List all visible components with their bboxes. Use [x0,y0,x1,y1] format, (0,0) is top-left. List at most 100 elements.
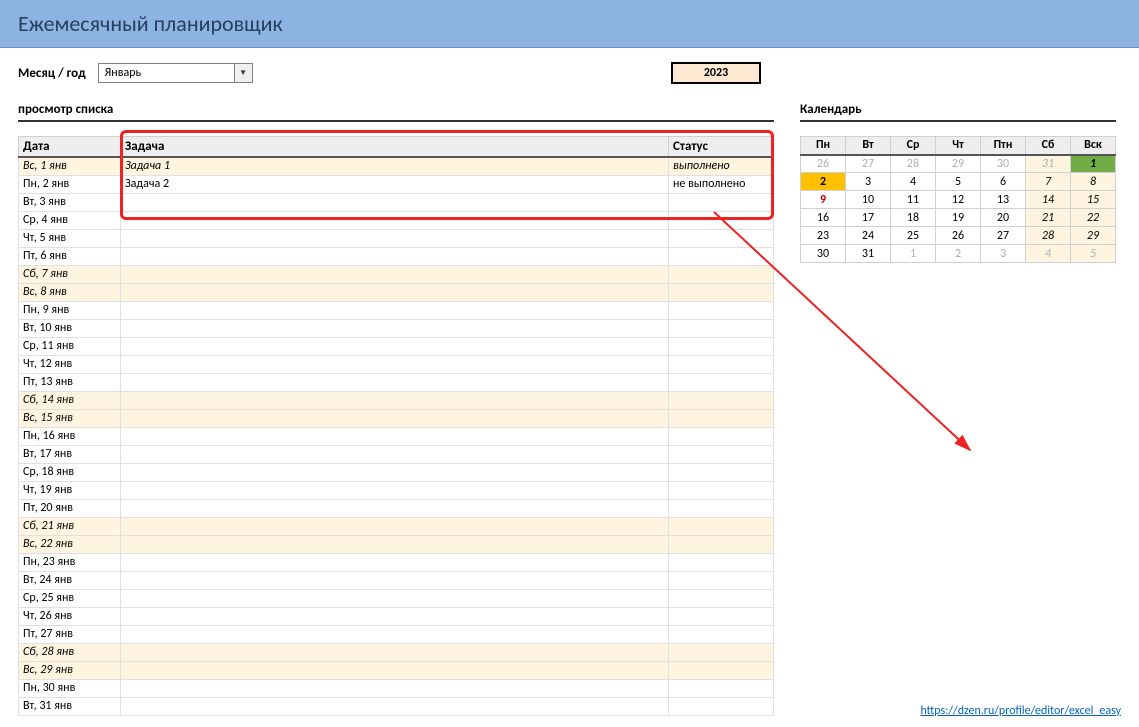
cell-task[interactable] [121,337,669,355]
table-row[interactable]: Чт, 5 янв [19,229,774,247]
cal-day[interactable]: 5 [1071,245,1116,263]
cal-day[interactable]: 20 [981,209,1026,227]
cell-task[interactable]: Задача 1 [121,157,669,175]
table-row[interactable]: Чт, 26 янв [19,607,774,625]
cell-status[interactable] [669,481,774,499]
cal-day[interactable]: 6 [981,173,1026,191]
cell-status[interactable] [669,499,774,517]
table-row[interactable]: Вт, 10 янв [19,319,774,337]
cal-day[interactable]: 16 [801,209,846,227]
cal-day[interactable]: 29 [936,155,981,173]
table-row[interactable]: Сб, 7 янв [19,265,774,283]
cell-status[interactable] [669,247,774,265]
table-row[interactable]: Сб, 28 янв [19,643,774,661]
cell-task[interactable] [121,265,669,283]
cell-status[interactable] [669,463,774,481]
table-row[interactable]: Пн, 16 янв [19,427,774,445]
cell-task[interactable] [121,463,669,481]
cell-status[interactable] [669,607,774,625]
cell-task[interactable] [121,319,669,337]
table-row[interactable]: Чт, 19 янв [19,481,774,499]
cell-status[interactable] [669,643,774,661]
table-row[interactable]: Пн, 23 янв [19,553,774,571]
cell-task[interactable] [121,373,669,391]
cal-day[interactable]: 15 [1071,191,1116,209]
table-row[interactable]: Сб, 14 янв [19,391,774,409]
table-row[interactable]: Пт, 6 янв [19,247,774,265]
cal-day[interactable]: 28 [891,155,936,173]
table-row[interactable]: Вс, 15 янв [19,409,774,427]
cell-task[interactable] [121,499,669,517]
cal-day[interactable]: 18 [891,209,936,227]
cell-task[interactable] [121,355,669,373]
footer-link[interactable]: https://dzen.ru/profile/editor/excel_eas… [920,704,1121,718]
cell-task[interactable] [121,391,669,409]
table-row[interactable]: Вс, 1 янвЗадача 1выполнено [19,157,774,175]
cal-day[interactable]: 31 [1026,155,1071,173]
table-row[interactable]: Ср, 18 янв [19,463,774,481]
cell-task[interactable] [121,283,669,301]
cell-status[interactable] [669,535,774,553]
cal-day[interactable]: 23 [801,227,846,245]
table-row[interactable]: Пн, 2 янвЗадача 2не выполнено [19,175,774,193]
cal-day[interactable]: 14 [1026,191,1071,209]
cal-day[interactable]: 3 [981,245,1026,263]
cal-day[interactable]: 2 [936,245,981,263]
cell-status[interactable] [669,391,774,409]
cal-day[interactable]: 9 [801,191,846,209]
cell-status[interactable] [669,679,774,697]
cell-task[interactable] [121,427,669,445]
cal-day[interactable]: 3 [846,173,891,191]
cal-day[interactable]: 25 [891,227,936,245]
cal-day[interactable]: 27 [846,155,891,173]
cell-task[interactable] [121,193,669,211]
cell-task[interactable] [121,661,669,679]
cal-day[interactable]: 11 [891,191,936,209]
cell-status[interactable] [669,697,774,715]
month-dropdown[interactable]: Январь ▼ [98,63,253,83]
table-row[interactable]: Вс, 22 янв [19,535,774,553]
cal-day[interactable]: 19 [936,209,981,227]
cell-status[interactable] [669,355,774,373]
cell-status[interactable] [669,301,774,319]
cell-status[interactable]: выполнено [669,157,774,175]
cal-day[interactable]: 22 [1071,209,1116,227]
cell-task[interactable] [121,445,669,463]
cell-task[interactable] [121,409,669,427]
chevron-down-icon[interactable]: ▼ [234,64,252,82]
cell-status[interactable] [669,661,774,679]
cell-task[interactable] [121,301,669,319]
table-row[interactable]: Вт, 24 янв [19,571,774,589]
cal-day[interactable]: 7 [1026,173,1071,191]
table-row[interactable]: Ср, 25 янв [19,589,774,607]
cal-day[interactable]: 31 [846,245,891,263]
cal-day[interactable]: 4 [891,173,936,191]
cell-status[interactable] [669,229,774,247]
cell-task[interactable] [121,679,669,697]
cal-day[interactable]: 1 [891,245,936,263]
cal-day[interactable]: 30 [981,155,1026,173]
cell-task[interactable] [121,607,669,625]
cell-status[interactable]: не выполнено [669,175,774,193]
table-row[interactable]: Сб, 21 янв [19,517,774,535]
cal-day[interactable]: 30 [801,245,846,263]
cell-status[interactable] [669,373,774,391]
cell-status[interactable] [669,265,774,283]
cal-day[interactable]: 29 [1071,227,1116,245]
cell-status[interactable] [669,427,774,445]
table-row[interactable]: Пн, 9 янв [19,301,774,319]
cell-task[interactable] [121,211,669,229]
cell-status[interactable] [669,409,774,427]
cell-task[interactable] [121,481,669,499]
table-row[interactable]: Вт, 31 янв [19,697,774,715]
table-row[interactable]: Пт, 27 янв [19,625,774,643]
cell-task[interactable] [121,589,669,607]
table-row[interactable]: Пт, 20 янв [19,499,774,517]
table-row[interactable]: Вт, 17 янв [19,445,774,463]
cal-day[interactable]: 2 [801,173,846,191]
cell-status[interactable] [669,211,774,229]
cal-day[interactable]: 4 [1026,245,1071,263]
cell-status[interactable] [669,517,774,535]
cal-day[interactable]: 27 [981,227,1026,245]
cell-task[interactable] [121,535,669,553]
